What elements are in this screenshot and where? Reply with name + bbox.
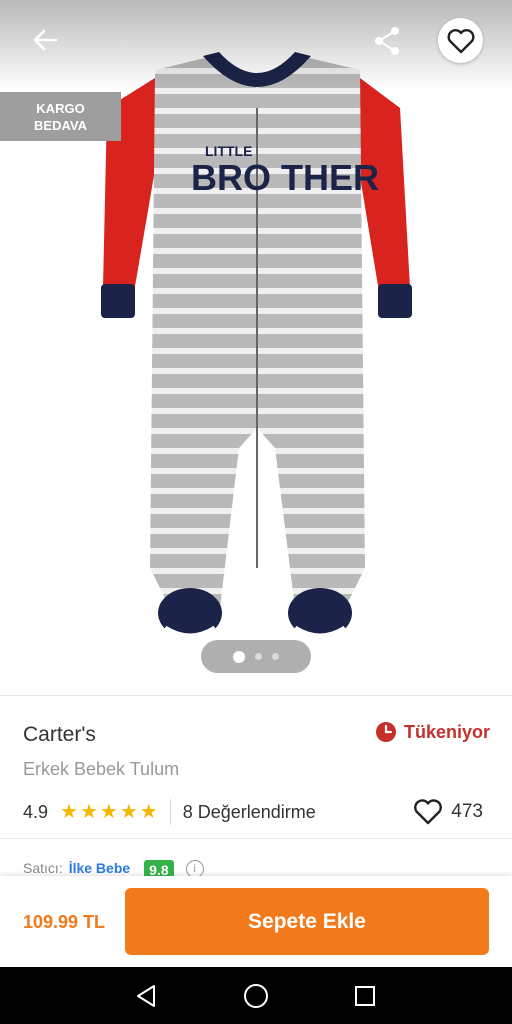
likes-button[interactable]: 473 [413,799,483,825]
info-icon[interactable]: i [185,860,204,876]
heart-outline-icon [414,799,443,825]
star-icon: ★ [79,801,98,823]
brand-name[interactable]: Carter's [23,723,96,747]
nav-home-button[interactable] [243,983,269,1009]
back-arrow-icon [33,29,58,51]
star-icon: ★ [119,801,138,823]
pager-dot-2[interactable] [255,653,262,660]
product-image: LITTLE BRO THER [101,52,412,639]
star-icon: ★ [139,801,158,823]
star-icon: ★ [99,801,118,823]
star-rating: ★ ★ ★ ★ ★ [60,802,158,822]
image-pager[interactable] [201,640,311,673]
seller-label: Satıcı: [23,860,63,876]
product-name: Erkek Bebek Tulum [23,759,180,779]
favorite-button[interactable] [438,18,483,63]
share-icon [375,27,399,55]
stock-status: Tükeniyor [375,721,490,743]
heart-icon [447,28,474,53]
reviews-link[interactable]: 8 Değerlendirme [183,802,414,823]
triangle-back-icon [137,985,155,1007]
product-price: 109.99 TL [23,912,106,932]
print-line-2: BRO THER [191,157,379,198]
divider [0,695,512,696]
rating-value: 4.9 [23,801,49,822]
clock-icon [375,722,396,742]
pager-dot-1[interactable] [233,650,245,663]
seller-row: Satıcı: İlke Bebe 9.8 i [23,860,204,876]
seller-name-link[interactable]: İlke Bebe [69,860,130,876]
nav-back-button[interactable] [133,983,159,1009]
divider [0,838,512,839]
header-gradient [0,0,512,90]
back-button[interactable] [22,20,68,60]
stock-status-label: Tükeniyor [403,721,490,742]
product-image-gallery[interactable]: LITTLE BRO THER KARGO BEDAVA [0,0,512,695]
nav-recents-button[interactable] [352,983,378,1009]
rating-row: 4.9 ★ ★ ★ ★ ★ 8 Değerlendirme 473 [23,796,489,828]
badge-line-1: KARGO [36,100,85,116]
seller-score-badge: 9.8 [144,860,174,876]
circle-home-icon [244,984,268,1008]
system-navigation-bar [0,967,512,1024]
likes-count: 473 [451,801,483,822]
add-to-cart-button[interactable]: Sepete Ekle [125,888,489,955]
pager-dot-3[interactable] [272,653,279,660]
star-icon: ★ [60,801,78,823]
badge-line-2: BEDAVA [34,117,87,133]
free-shipping-badge: KARGO BEDAVA [0,92,121,141]
square-recents-icon [355,986,375,1006]
share-button[interactable] [366,20,408,62]
purchase-bar: 109.99 TL Sepete Ekle [0,876,512,967]
rating-separator [169,799,171,825]
